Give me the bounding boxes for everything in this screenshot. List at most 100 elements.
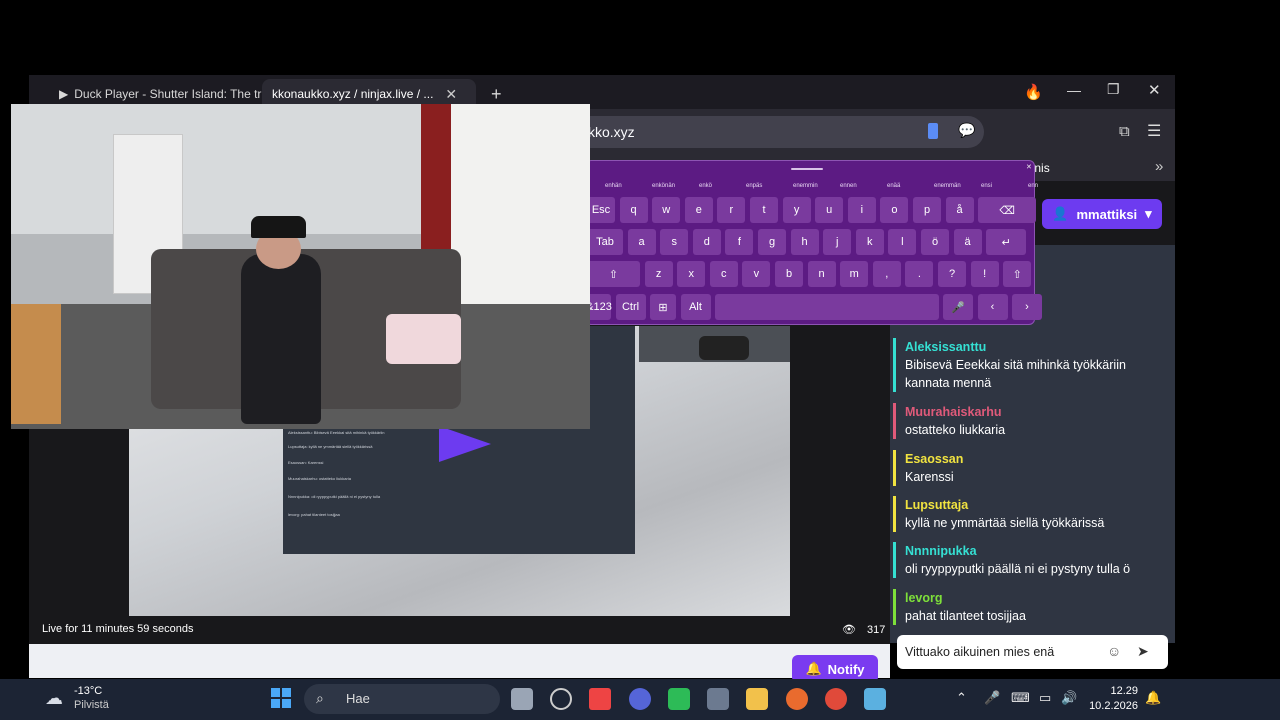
chat-username[interactable]: Muurahaiskarhu (905, 403, 1163, 421)
clock-date[interactable]: 10.2.2026 (1086, 700, 1138, 712)
minimize-icon[interactable]: — (1067, 82, 1081, 98)
keyboard-suggestion[interactable]: enää (887, 183, 900, 189)
close-icon[interactable]: ✕ (445, 86, 457, 103)
bookmarks-overflow-icon[interactable]: » (1155, 158, 1163, 175)
keyboard-suggestion[interactable]: enn (1028, 183, 1038, 189)
key-7[interactable]: › (1012, 294, 1042, 320)
key-6[interactable]: n (807, 261, 836, 287)
keyboard-suggestion[interactable]: ennen (840, 183, 857, 189)
menu-icon[interactable]: ☰ (1147, 121, 1161, 141)
key-7[interactable]: m (840, 261, 869, 287)
calculator-icon[interactable] (707, 688, 729, 710)
key-0[interactable]: Tab (587, 229, 623, 255)
key-9[interactable]: o (880, 197, 909, 223)
key-5[interactable]: b (775, 261, 803, 287)
key-9[interactable]: . (905, 261, 934, 287)
keyboard-drag-handle[interactable] (791, 168, 823, 170)
key-0[interactable]: ⇧ (587, 261, 640, 287)
weather-temp[interactable]: -13°C (74, 685, 102, 697)
key-11[interactable]: ! (970, 261, 999, 287)
keyboard-icon[interactable]: ⌨ (1011, 690, 1030, 706)
send-icon[interactable]: ➤ (1137, 643, 1149, 660)
key-2[interactable]: ⊞ (650, 294, 676, 320)
keyboard-suggestion[interactable]: enhän (605, 183, 622, 189)
file-explorer-icon[interactable] (746, 688, 768, 710)
task-view-icon[interactable] (511, 688, 533, 710)
obs-icon[interactable] (550, 688, 572, 710)
address-bar[interactable]: kko.xyz 💬 (560, 116, 984, 148)
key-2[interactable]: s (660, 229, 689, 255)
key-7[interactable]: j (823, 229, 852, 255)
microphone-icon[interactable]: 🎤 (984, 690, 1000, 706)
key-5[interactable]: g (758, 229, 786, 255)
key-1[interactable]: q (619, 197, 648, 223)
app-orange-icon[interactable] (825, 688, 847, 710)
key-0[interactable]: Esc (587, 197, 615, 223)
key-4[interactable]: v (742, 261, 771, 287)
key-10[interactable]: ? (938, 261, 966, 287)
chat-input[interactable]: Vittuako aikuinen mies enä ☺ ➤ (897, 635, 1168, 669)
key-3[interactable]: e (684, 197, 713, 223)
key-9[interactable]: l (888, 229, 917, 255)
key-11[interactable]: å (945, 197, 974, 223)
app-red-icon[interactable] (589, 688, 611, 710)
cloud-icon[interactable]: ☁ (45, 688, 63, 709)
weather-desc[interactable]: Pilvistä (74, 699, 109, 711)
key-12[interactable]: ⌫ (978, 197, 1037, 223)
windows-start-icon[interactable] (271, 688, 291, 708)
key-1[interactable]: z (644, 261, 673, 287)
clock-time[interactable]: 12.29 (1096, 685, 1138, 697)
key-10[interactable]: ö (921, 229, 949, 255)
key-4[interactable]: r (717, 197, 746, 223)
app-blue-icon[interactable] (864, 688, 886, 710)
app-camera-icon[interactable] (629, 688, 651, 710)
key-2[interactable]: w (652, 197, 681, 223)
keyboard-suggestion[interactable]: enkönän (652, 183, 675, 189)
chevron-up-icon[interactable]: ⌃ (956, 690, 967, 706)
key-5[interactable]: 🎤 (943, 294, 973, 320)
restore-icon[interactable]: ❐ (1107, 81, 1120, 98)
duckduckgo-browser-icon[interactable] (786, 688, 808, 710)
key-5[interactable]: t (750, 197, 778, 223)
key-3[interactable]: d (692, 229, 721, 255)
chat-assist-icon[interactable]: 💬 (958, 122, 975, 139)
chat-username[interactable]: Aleksissanttu (905, 338, 1163, 356)
key-1[interactable]: Ctrl (615, 294, 646, 320)
key-6[interactable]: y (782, 197, 811, 223)
key-8[interactable]: k (855, 229, 884, 255)
chat-username[interactable]: levorg (905, 589, 1163, 607)
key-4[interactable]: f (725, 229, 754, 255)
key-2[interactable]: x (677, 261, 706, 287)
emoji-icon[interactable]: ☺ (1107, 643, 1121, 659)
user-menu-button[interactable]: 👤 mmattiksi ▾ (1042, 199, 1162, 229)
copy-icon[interactable]: ⧉ (1119, 123, 1130, 140)
key-7[interactable]: u (815, 197, 844, 223)
taskbar-search[interactable]: ⌕ Hae (304, 684, 500, 714)
key-6[interactable]: h (790, 229, 819, 255)
keyboard-close-icon[interactable]: ✕ (1026, 163, 1032, 171)
key-3[interactable]: Alt (680, 294, 711, 320)
keyboard-suggestion[interactable]: enemmän (934, 183, 961, 189)
notification-icon[interactable]: 🔔 (1145, 690, 1161, 706)
chat-username[interactable]: Lupsuttaja (905, 496, 1163, 514)
chat-username[interactable]: Nnnnipukka (905, 542, 1163, 560)
key-12[interactable]: ↵ (986, 229, 1027, 255)
bookmark-icon[interactable] (928, 123, 938, 139)
keyboard-suggestion[interactable]: enemmin (793, 183, 818, 189)
keyboard-suggestion[interactable]: enkö (699, 183, 712, 189)
key-11[interactable]: ä (953, 229, 982, 255)
monitor-icon[interactable]: ▭ (1039, 690, 1051, 706)
keyboard-suggestion[interactable]: ensi (981, 183, 992, 189)
key-3[interactable]: c (709, 261, 738, 287)
key-10[interactable]: p (913, 197, 941, 223)
key-12[interactable]: ⇧ (1003, 261, 1032, 287)
key-8[interactable]: , (872, 261, 901, 287)
close-window-icon[interactable]: ✕ (1148, 81, 1161, 99)
chat-username[interactable]: Esaossan (905, 450, 1163, 468)
key-8[interactable]: i (847, 197, 876, 223)
key-6[interactable]: ‹ (977, 294, 1008, 320)
flame-icon[interactable]: 🔥 (1024, 83, 1043, 101)
keyboard-suggestion[interactable]: enpäs (746, 183, 762, 189)
volume-icon[interactable]: 🔊 (1061, 690, 1077, 706)
spacebar-key[interactable] (715, 294, 939, 320)
